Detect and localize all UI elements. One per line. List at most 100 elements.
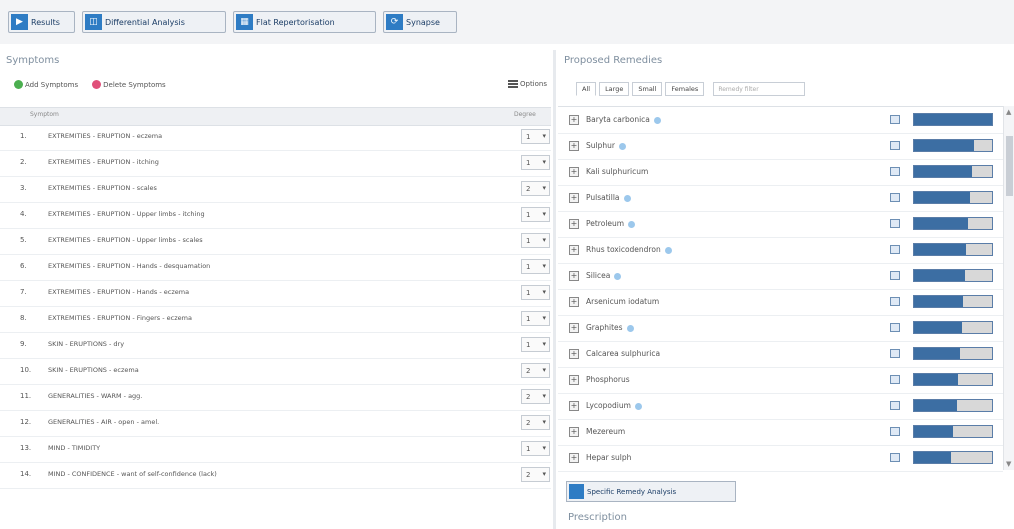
expand-icon[interactable]: +	[569, 323, 579, 333]
specific-remedy-analysis-button[interactable]: Specific Remedy Analysis	[566, 481, 736, 502]
tab-all[interactable]: All	[576, 82, 597, 96]
degree-value: 1	[526, 211, 531, 219]
remedy-filter-input[interactable]: Remedy filter	[713, 82, 806, 96]
info-icon[interactable]	[614, 272, 622, 280]
remedy-row[interactable]: + Kali sulphuricum	[558, 159, 1003, 186]
symptom-row[interactable]: 2. EXTREMITIES - ERUPTION - itching 1 ▾	[0, 150, 551, 177]
book-icon[interactable]	[890, 349, 900, 358]
remedy-row[interactable]: + Rhus toxicodendron	[558, 237, 1003, 264]
degree-select[interactable]: 1 ▾	[521, 441, 550, 456]
degree-select[interactable]: 1 ▾	[521, 233, 550, 248]
degree-select[interactable]: 2 ▾	[521, 389, 550, 404]
expand-icon[interactable]: +	[569, 453, 579, 463]
degree-select[interactable]: 2 ▾	[521, 363, 550, 378]
info-icon[interactable]	[618, 142, 626, 150]
expand-icon[interactable]: +	[569, 297, 579, 307]
symptom-row[interactable]: 5. EXTREMITIES - ERUPTION - Upper limbs -…	[0, 228, 551, 255]
panel-splitter[interactable]	[553, 50, 556, 529]
degree-select[interactable]: 1 ▾	[521, 155, 550, 170]
symptom-row[interactable]: 8. EXTREMITIES - ERUPTION - Fingers - ecz…	[0, 306, 551, 333]
book-icon[interactable]	[890, 193, 900, 202]
symptom-row[interactable]: 3. EXTREMITIES - ERUPTION - scales 2 ▾	[0, 176, 551, 203]
remedy-row[interactable]: + Mezereum	[558, 419, 1003, 446]
tab-small[interactable]: Small	[632, 82, 663, 96]
scroll-down-icon[interactable]: ▼	[1006, 460, 1011, 468]
info-icon[interactable]	[628, 220, 636, 228]
info-icon[interactable]	[626, 324, 634, 332]
symptom-column-header[interactable]: Symptom	[30, 111, 59, 118]
symptom-row[interactable]: 7. EXTREMITIES - ERUPTION - Hands - eczem…	[0, 280, 551, 307]
expand-icon[interactable]: +	[569, 349, 579, 359]
book-icon[interactable]	[890, 141, 900, 150]
symptom-row[interactable]: 6. EXTREMITIES - ERUPTION - Hands - desqu…	[0, 254, 551, 281]
differential-analysis-button[interactable]: ◫ Differential Analysis	[82, 11, 226, 33]
symptom-row[interactable]: 13. MIND - TIMIDITY 1 ▾	[0, 436, 551, 463]
remedy-row[interactable]: + Phosphorus	[558, 367, 1003, 394]
book-icon[interactable]	[890, 427, 900, 436]
info-icon[interactable]	[634, 402, 642, 410]
degree-select[interactable]: 2 ▾	[521, 181, 550, 196]
remedy-row[interactable]: + Petroleum	[558, 211, 1003, 238]
info-icon[interactable]	[623, 194, 631, 202]
book-icon[interactable]	[890, 297, 900, 306]
synapse-button[interactable]: ⟳ Synapse	[383, 11, 457, 33]
book-icon[interactable]	[890, 219, 900, 228]
tab-females[interactable]: Females	[665, 82, 705, 96]
remedy-row[interactable]: + Baryta carbonica	[558, 107, 1003, 134]
delete-symptoms-button[interactable]: Delete Symptoms	[92, 80, 166, 89]
remedy-row[interactable]: + Graphites	[558, 315, 1003, 342]
expand-icon[interactable]: +	[569, 115, 579, 125]
degree-select[interactable]: 2 ▾	[521, 415, 550, 430]
degree-select[interactable]: 1 ▾	[521, 285, 550, 300]
book-icon[interactable]	[890, 401, 900, 410]
remedy-scrollbar[interactable]: ▲ ▼	[1003, 106, 1014, 470]
remedy-row[interactable]: + Arsenicum iodatum	[558, 289, 1003, 316]
degree-column-header[interactable]: Degree	[514, 111, 536, 118]
book-icon[interactable]	[890, 453, 900, 462]
symptom-row[interactable]: 11. GENERALITIES - WARM - agg. 2 ▾	[0, 384, 551, 411]
remedy-tabs: All Large Small Females Remedy filter	[576, 82, 806, 96]
expand-icon[interactable]: +	[569, 193, 579, 203]
degree-select[interactable]: 1 ▾	[521, 207, 550, 222]
expand-icon[interactable]: +	[569, 375, 579, 385]
add-symptoms-button[interactable]: Add Symptoms	[14, 80, 78, 89]
symptom-row[interactable]: 14. MIND - CONFIDENCE - want of self-conf…	[0, 462, 551, 489]
tab-large[interactable]: Large	[599, 82, 630, 96]
expand-icon[interactable]: +	[569, 245, 579, 255]
remedy-row[interactable]: + Hepar sulph	[558, 445, 1003, 472]
book-icon[interactable]	[890, 245, 900, 254]
symptom-row[interactable]: 1. EXTREMITIES - ERUPTION - eczema 1 ▾	[0, 124, 551, 151]
book-icon[interactable]	[890, 271, 900, 280]
remedy-row[interactable]: + Pulsatilla	[558, 185, 1003, 212]
degree-select[interactable]: 1 ▾	[521, 129, 550, 144]
remedy-row[interactable]: + Calcarea sulphurica	[558, 341, 1003, 368]
degree-select[interactable]: 2 ▾	[521, 467, 550, 482]
expand-icon[interactable]: +	[569, 141, 579, 151]
symptom-row[interactable]: 10. SKIN - ERUPTIONS - eczema 2 ▾	[0, 358, 551, 385]
expand-icon[interactable]: +	[569, 219, 579, 229]
degree-select[interactable]: 1 ▾	[521, 259, 550, 274]
scroll-thumb[interactable]	[1006, 136, 1013, 196]
expand-icon[interactable]: +	[569, 401, 579, 411]
info-icon[interactable]	[653, 116, 661, 124]
results-button[interactable]: ▶ Results	[8, 11, 75, 33]
remedy-row[interactable]: + Lycopodium	[558, 393, 1003, 420]
book-icon[interactable]	[890, 375, 900, 384]
expand-icon[interactable]: +	[569, 427, 579, 437]
book-icon[interactable]	[890, 323, 900, 332]
expand-icon[interactable]: +	[569, 271, 579, 281]
symptom-row[interactable]: 12. GENERALITIES - AIR - open - amel. 2 ▾	[0, 410, 551, 437]
scroll-up-icon[interactable]: ▲	[1006, 108, 1011, 116]
remedy-row[interactable]: + Sulphur	[558, 133, 1003, 160]
symptom-row[interactable]: 4. EXTREMITIES - ERUPTION - Upper limbs -…	[0, 202, 551, 229]
book-icon[interactable]	[890, 167, 900, 176]
remedy-row[interactable]: + Silicea	[558, 263, 1003, 290]
options-button[interactable]: Options	[507, 80, 547, 88]
degree-select[interactable]: 1 ▾	[521, 311, 550, 326]
info-icon[interactable]	[664, 246, 672, 254]
expand-icon[interactable]: +	[569, 167, 579, 177]
symptom-row[interactable]: 9. SKIN - ERUPTIONS - dry 1 ▾	[0, 332, 551, 359]
flat-repertorisation-button[interactable]: ▦ Flat Repertorisation	[233, 11, 376, 33]
book-icon[interactable]	[890, 115, 900, 124]
degree-select[interactable]: 1 ▾	[521, 337, 550, 352]
